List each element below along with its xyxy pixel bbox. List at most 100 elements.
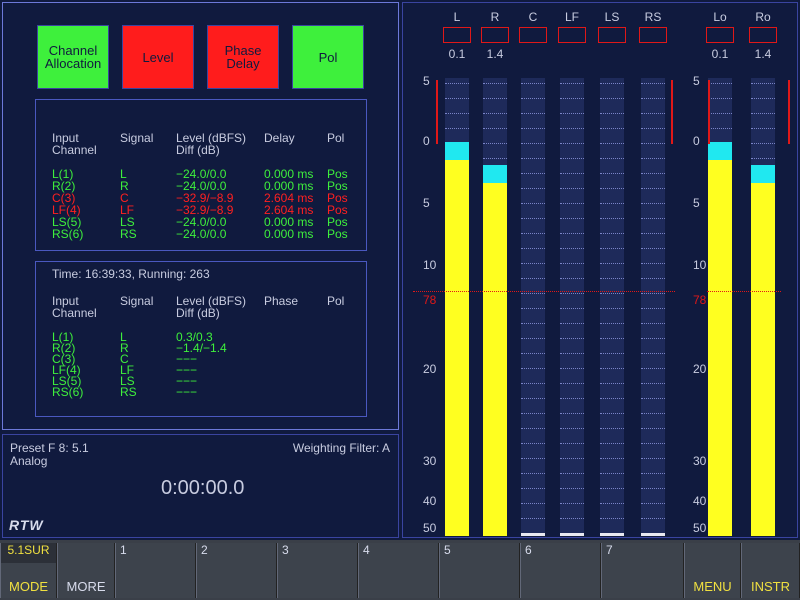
- col-signal: Signal: [120, 294, 154, 308]
- meter-bar-c: [521, 78, 545, 536]
- meter-gridline: [600, 128, 624, 129]
- softkey-2[interactable]: 1: [115, 543, 196, 598]
- cell-pol: Pos: [327, 227, 348, 241]
- meter-gridline: [751, 158, 775, 159]
- col-pol: Pol: [327, 131, 345, 145]
- meter-gridline: [600, 413, 624, 414]
- pol-button[interactable]: Pol: [292, 25, 364, 89]
- meter-gridline: [445, 83, 469, 84]
- softkey-9[interactable]: MENU: [684, 543, 741, 598]
- col-input-channel: Input Channel: [52, 131, 97, 157]
- softkey-top-label: 5.1SUR: [1, 543, 56, 563]
- meter-gridline: [521, 83, 545, 84]
- meter-gridline: [708, 98, 732, 99]
- peak-hold-indicator[interactable]: [749, 27, 777, 43]
- reference-line-right: [707, 291, 781, 292]
- rtw-logo: RTW: [9, 517, 44, 533]
- meter-gridline: [641, 278, 665, 279]
- meter-panel: 5 0 5 10 78 20 30 40 50 5 0 5 10 78 20 30 40 50 L 0.1 R 1.4 C L…: [402, 2, 798, 538]
- meter-gridline: [641, 413, 665, 414]
- meter-gridline: [521, 308, 545, 309]
- softkey-top-label: 3: [282, 543, 289, 557]
- softkey-0[interactable]: 5.1SUR MODE: [0, 543, 57, 598]
- meter-gridline: [751, 143, 775, 144]
- peak-hold-indicator[interactable]: [639, 27, 667, 43]
- meter-gridline: [483, 143, 507, 144]
- meter-gridline: [600, 503, 624, 504]
- meter-gridline: [600, 188, 624, 189]
- meter-gridline: [600, 368, 624, 369]
- meter-gridline: [521, 383, 545, 384]
- col-delay: Delay: [264, 131, 295, 145]
- level-segment: [751, 183, 775, 536]
- meter-gridline: [521, 428, 545, 429]
- meter-gridline: [600, 428, 624, 429]
- meter-value: 1.4: [754, 47, 772, 61]
- meter-gridline: [521, 413, 545, 414]
- softkey-5[interactable]: 4: [358, 543, 439, 598]
- meter-gridline: [641, 323, 665, 324]
- meter-bar-l: [445, 78, 469, 536]
- meter-gridline: [600, 323, 624, 324]
- softkey-7[interactable]: 6: [520, 543, 601, 598]
- level-segment: [483, 183, 507, 536]
- meter-gridline: [641, 503, 665, 504]
- peak-hold-indicator[interactable]: [519, 27, 547, 43]
- meter-bar-lf: [560, 78, 584, 536]
- level-button[interactable]: Level: [122, 25, 194, 89]
- meter-gridline: [560, 158, 584, 159]
- softkey-top-label: 6: [525, 543, 532, 557]
- meter-gridline: [751, 128, 775, 129]
- meter-gridline: [560, 263, 584, 264]
- softkey-10[interactable]: INSTR: [741, 543, 800, 598]
- meter-gridline: [560, 248, 584, 249]
- softkey-top-label: 7: [606, 543, 613, 557]
- meter-gridline: [521, 233, 545, 234]
- softkey-8[interactable]: 7: [601, 543, 684, 598]
- level-baseline: [641, 533, 665, 536]
- level-segment: [445, 160, 469, 536]
- meter-gridline: [521, 473, 545, 474]
- meter-gridline: [600, 353, 624, 354]
- meter-gridline: [641, 128, 665, 129]
- meter-gridline: [560, 128, 584, 129]
- meter-gridline: [483, 113, 507, 114]
- softkey-6[interactable]: 5: [439, 543, 520, 598]
- status-panel: Preset F 8: 5.1 Analog Weighting Filter:…: [2, 434, 399, 538]
- meter-gridline: [483, 98, 507, 99]
- softkey-4[interactable]: 3: [277, 543, 358, 598]
- meter-gridline: [641, 458, 665, 459]
- softkey-top-label: 2: [201, 543, 208, 557]
- level-baseline: [560, 533, 584, 536]
- level-baseline: [521, 533, 545, 536]
- weighting-filter-label: Weighting Filter: A: [292, 441, 390, 455]
- meter-gridline: [641, 83, 665, 84]
- peak-hold-indicator[interactable]: [481, 27, 509, 43]
- softkey-1[interactable]: MORE: [57, 543, 115, 598]
- peak-hold-indicator[interactable]: [558, 27, 586, 43]
- peak-hold-indicator[interactable]: [598, 27, 626, 43]
- peak-hold-indicator[interactable]: [706, 27, 734, 43]
- meter-gridline: [641, 443, 665, 444]
- meter-gridline: [641, 233, 665, 234]
- softkey-top-label: [742, 543, 800, 563]
- meter-bar-ls: [600, 78, 624, 536]
- softkey-bottom-label: MODE: [9, 579, 48, 594]
- meter-gridline: [560, 293, 584, 294]
- softkey-3[interactable]: 2: [196, 543, 277, 598]
- peak-hold-indicator[interactable]: [443, 27, 471, 43]
- meter-gridline: [560, 338, 584, 339]
- channel-allocation-button[interactable]: Channel Allocation: [37, 25, 109, 89]
- meter-gridline: [600, 173, 624, 174]
- phase-delay-button[interactable]: Phase Delay: [207, 25, 279, 89]
- level-baseline: [600, 533, 624, 536]
- meter-gridline: [521, 203, 545, 204]
- time-running-line: Time: 16:39:33, Running: 263: [52, 267, 210, 281]
- col-level: Level (dBFS) Diff (dB): [176, 294, 247, 320]
- meter-gridline: [560, 233, 584, 234]
- softkey-top-label: [685, 543, 744, 563]
- cell-input: RS(6): [52, 385, 84, 399]
- level-results-table: Time: 16:39:33, Running: 263 Input Chann…: [35, 261, 367, 417]
- meter-gridline: [641, 293, 665, 294]
- meter-gridline: [708, 113, 732, 114]
